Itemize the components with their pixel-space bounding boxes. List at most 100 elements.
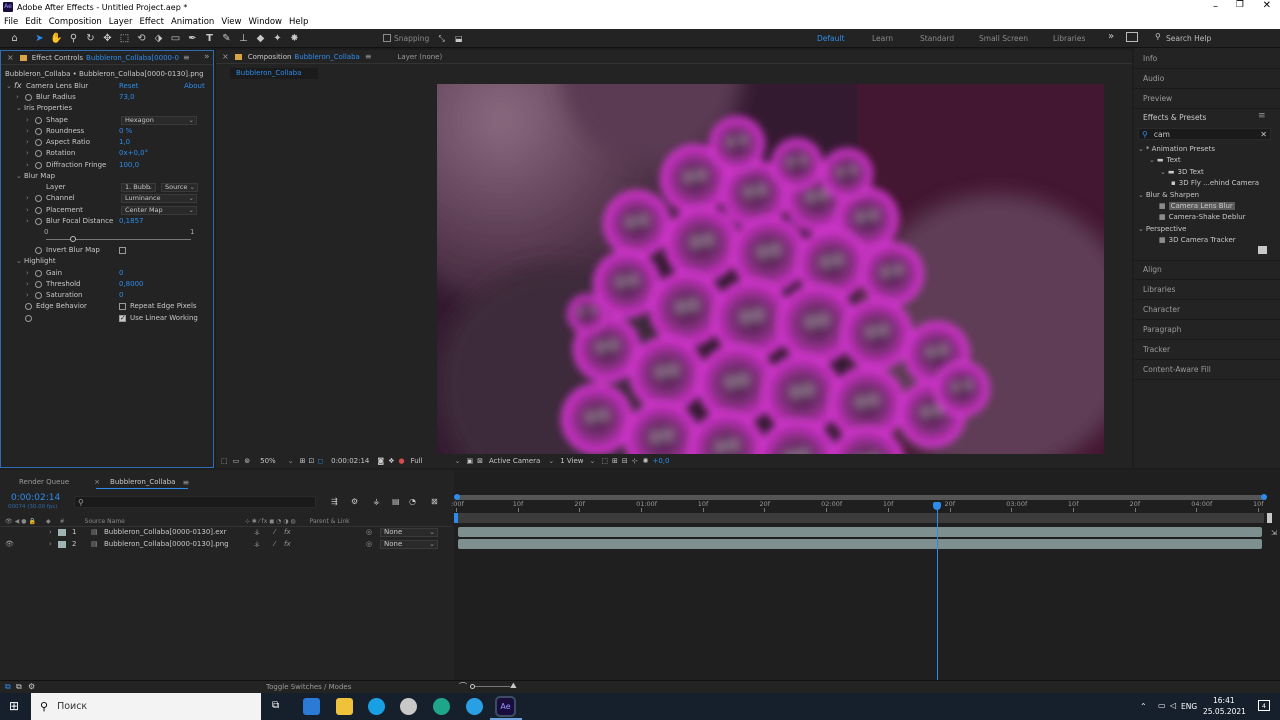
effects-tree-item[interactable]: ▦ 3D Camera Tracker: [1149, 235, 1236, 246]
effect-controls-tab[interactable]: × Effect Controls Bubbleron_Collaba[0000…: [1, 51, 213, 65]
panel-tab-content-aware-fill[interactable]: Content-Aware Fill: [1143, 365, 1211, 374]
switches-header-icons[interactable]: ⊹ ✱ ⁄ fx ◼ ◔ ◑ ◍: [245, 518, 296, 525]
param-value[interactable]: 0: [119, 268, 123, 279]
stopwatch-icon[interactable]: [35, 280, 42, 288]
hand-tool-icon[interactable]: ✋: [50, 32, 63, 45]
stopwatch-icon[interactable]: [35, 161, 42, 169]
effects-tree-item[interactable]: ▦ Camera-Shake Deblur: [1149, 212, 1246, 223]
fast-preview-icon[interactable]: ⊞: [612, 457, 618, 465]
graph-editor-icon[interactable]: ⊠: [431, 497, 438, 506]
tree-expand-icon[interactable]: ⌄: [1138, 191, 1144, 199]
taskbar-app-icon-4[interactable]: [400, 698, 417, 715]
effects-tree-item[interactable]: ⌄ Blur & Sharpen: [1138, 190, 1199, 201]
effects-search-field[interactable]: ⚲ cam ✕: [1138, 128, 1271, 140]
menu-animation[interactable]: Animation: [171, 17, 214, 27]
frame-blending-icon[interactable]: ▤: [392, 497, 400, 506]
expand-twirl-icon[interactable]: ›: [26, 193, 29, 204]
label-col-icon[interactable]: ◆: [46, 518, 51, 525]
puppet-tool-icon[interactable]: ✸: [288, 32, 301, 45]
menu-window[interactable]: Window: [248, 17, 282, 27]
layer-1-duration-bar[interactable]: [458, 527, 1262, 537]
layer-name[interactable]: Bubbleron_Collaba[0000-0130].png: [104, 539, 229, 550]
comp-flowchart-icon[interactable]: ⇶: [331, 497, 338, 506]
search-help-icon[interactable]: ⚲: [1155, 32, 1161, 41]
tree-expand-icon[interactable]: ⌄: [1149, 156, 1155, 164]
expand-twirl-icon[interactable]: ›: [26, 216, 29, 227]
solo-col-icon[interactable]: ●: [21, 518, 26, 525]
view-layout-dropdown[interactable]: 1 View: [560, 457, 583, 465]
reset-exposure-icon[interactable]: ✺: [643, 457, 649, 465]
zoom-dropdown[interactable]: 50%: [260, 457, 276, 465]
more-workspaces-icon[interactable]: »: [1108, 31, 1114, 42]
effects-tree-item[interactable]: ⌄ Perspective: [1138, 224, 1186, 235]
transparency-grid-icon[interactable]: ⊠: [477, 457, 483, 465]
zoom-chevron-icon[interactable]: ⌄: [288, 457, 294, 465]
fit-view-icon[interactable]: ▭: [233, 457, 240, 465]
effects-menu-icon[interactable]: ≡: [1258, 111, 1266, 121]
layer-visibility-icon[interactable]: 👁: [5, 539, 14, 550]
expand-twirl-icon[interactable]: ⌄: [16, 256, 22, 267]
rotate-tool-icon[interactable]: ⟲: [135, 32, 148, 45]
info-panel-tab[interactable]: Info: [1143, 54, 1157, 63]
stopwatch-icon[interactable]: [35, 195, 42, 203]
clear-search-icon[interactable]: ✕: [1260, 130, 1267, 139]
stopwatch-icon[interactable]: [35, 150, 42, 158]
param-value[interactable]: 0: [119, 290, 123, 301]
layer-row[interactable]: 👁 › 2 ▤ Bubbleron_Collaba[0000-0130].png ⚶ ⁄ fx…: [0, 539, 452, 550]
expand-twirl-icon[interactable]: ›: [26, 148, 29, 159]
volume-icon[interactable]: ◁: [1170, 701, 1176, 710]
zoom-slider[interactable]: [470, 686, 510, 687]
param-dropdown[interactable]: 1. Bubb ⌄: [121, 183, 156, 192]
file-explorer-icon[interactable]: [336, 698, 353, 715]
zoom-tool-icon[interactable]: ⚲: [67, 32, 80, 45]
comp-subtab[interactable]: Bubbleron_Collaba: [230, 68, 318, 79]
time-ruler[interactable]: :00f 10f 20f 01:00f 10f 20f 02:00f 10f 20f 03:00f…: [451, 500, 1266, 512]
stopwatch-icon[interactable]: [35, 269, 42, 277]
param-checkbox[interactable]: [119, 303, 126, 311]
camera-chevron-icon[interactable]: ⌄: [548, 457, 554, 465]
snapshot-icon[interactable]: ◙: [377, 457, 384, 465]
menu-file[interactable]: File: [4, 17, 18, 27]
menu-effect[interactable]: Effect: [140, 17, 164, 27]
quality-switch-icon[interactable]: ⁄: [274, 539, 275, 550]
parent-dropdown[interactable]: None ⌄: [380, 539, 438, 549]
edge-browser-icon[interactable]: [433, 698, 450, 715]
param-value[interactable]: 0,8000: [119, 279, 144, 290]
layer-tab[interactable]: Layer (none): [398, 53, 443, 61]
pen-tool-icon[interactable]: ✒: [186, 32, 199, 45]
source-name-header[interactable]: Source Name: [85, 518, 125, 525]
shy-switch-icon[interactable]: ⚶: [254, 527, 260, 538]
preview-panel-tab[interactable]: Preview: [1143, 94, 1172, 103]
tree-expand-icon[interactable]: ⌄: [1138, 225, 1144, 233]
stopwatch-icon[interactable]: [25, 94, 32, 101]
search-help-input[interactable]: Search Help: [1166, 34, 1211, 43]
playhead[interactable]: [937, 503, 939, 681]
effects-tree-item[interactable]: ⌄ * Animation Presets: [1138, 144, 1215, 155]
telegram-icon[interactable]: [466, 698, 483, 715]
roi-icon[interactable]: ▣: [466, 457, 473, 465]
taskbar-search-box[interactable]: ⚲ Поиск: [31, 693, 261, 720]
about-button[interactable]: About: [184, 82, 205, 90]
workspace-learn[interactable]: Learn: [872, 34, 893, 43]
workspace-default[interactable]: Default: [817, 34, 844, 43]
safe-zones-icon[interactable]: ⊞: [300, 457, 306, 465]
effects-tree-item[interactable]: ⌄ ▬ 3D Text: [1160, 167, 1204, 178]
panel-tab-paragraph[interactable]: Paragraph: [1143, 325, 1181, 334]
pan-tool-icon[interactable]: ✥: [101, 32, 114, 45]
mask-visibility-icon[interactable]: ◻: [317, 457, 323, 465]
vr-icon[interactable]: ⊚: [244, 457, 250, 465]
stopwatch-icon[interactable]: [35, 247, 42, 254]
comp-tab-name[interactable]: Bubbleron_Collaba: [294, 53, 359, 61]
close-comp-tab-icon[interactable]: ×: [222, 52, 229, 61]
panel-tab-libraries[interactable]: Libraries: [1143, 285, 1175, 294]
expand-twirl-icon[interactable]: ›: [26, 115, 29, 126]
render-time-icon[interactable]: ⧉: [5, 682, 11, 692]
draft-3d-icon[interactable]: ⚙: [351, 497, 358, 506]
reset-button[interactable]: Reset: [119, 82, 139, 90]
quality-switch-icon[interactable]: ⁄: [274, 527, 275, 538]
workspace-small-screen[interactable]: Small Screen: [979, 34, 1028, 43]
expand-twirl-icon[interactable]: ›: [26, 290, 29, 301]
expand-twirl-icon[interactable]: ›: [26, 160, 29, 171]
comp-panel-options-icon[interactable]: ≡: [365, 52, 372, 61]
resolution-dropdown[interactable]: Full: [411, 457, 451, 465]
